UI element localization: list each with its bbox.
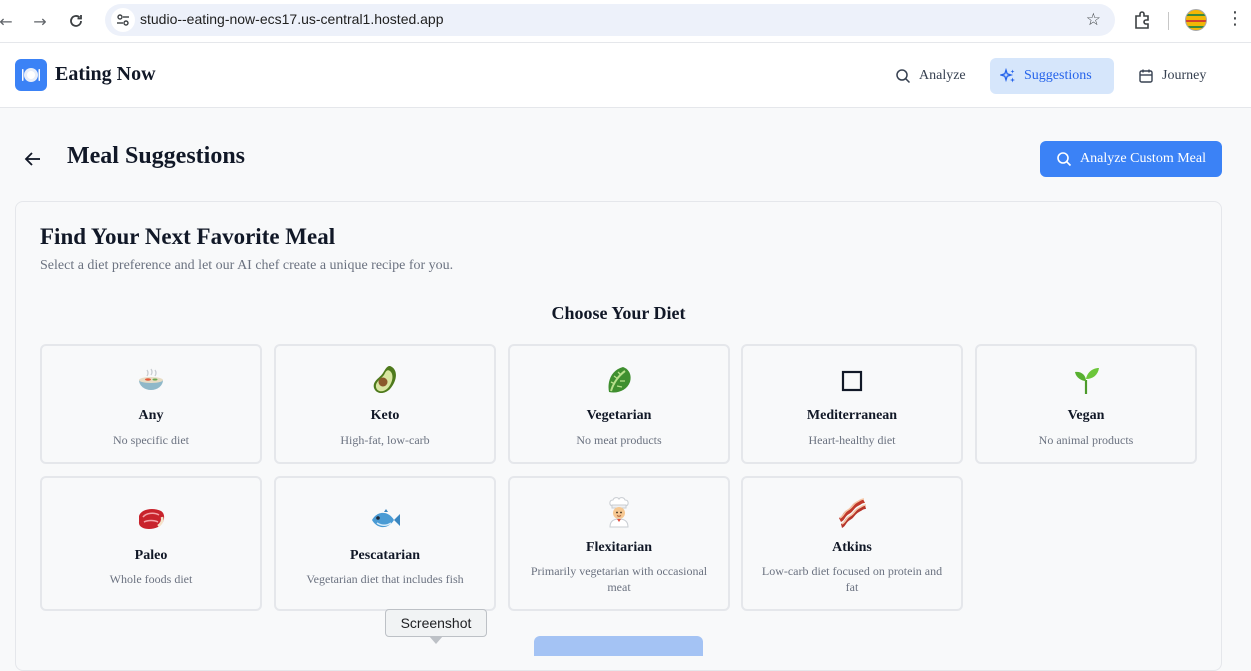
- diet-description: Primarily vegetarian with occasional mea…: [530, 564, 708, 594]
- leafy-green-icon: [510, 364, 728, 396]
- nav-journey[interactable]: Journey: [1128, 58, 1220, 94]
- diet-option-mediterranean[interactable]: Mediterranean Heart-healthy diet: [741, 344, 963, 464]
- nav-suggestions[interactable]: Suggestions: [990, 58, 1114, 94]
- tooltip-pointer: [429, 636, 443, 644]
- diet-option-atkins[interactable]: Atkins Low-carb diet focused on protein …: [741, 476, 963, 611]
- calendar-icon: [1139, 69, 1153, 83]
- search-icon: [896, 69, 911, 84]
- diet-name: Paleo: [134, 548, 168, 563]
- diet-option-any[interactable]: Any No specific diet: [40, 344, 262, 464]
- app-name[interactable]: Eating Now: [55, 63, 156, 86]
- analyze-custom-meal-label: Analyze Custom Meal: [1080, 151, 1206, 166]
- profile-avatar[interactable]: [1185, 9, 1207, 31]
- site-settings-icon[interactable]: [111, 8, 135, 32]
- back-arrow-icon[interactable]: [22, 148, 44, 170]
- screenshot-tooltip: Screenshot: [385, 609, 487, 637]
- nav-analyze-label: Analyze: [919, 68, 966, 83]
- seedling-icon: [977, 364, 1195, 396]
- analyze-custom-meal-button[interactable]: Analyze Custom Meal: [1040, 141, 1222, 177]
- back-icon[interactable]: ←: [0, 9, 18, 33]
- bacon-icon: [743, 496, 961, 528]
- generate-recipe-button[interactable]: [534, 636, 703, 656]
- diet-name: Pescatarian: [350, 548, 420, 563]
- diet-section-title: Choose Your Diet: [551, 303, 686, 323]
- diet-description: High-fat, low-carb: [340, 433, 430, 447]
- fish-icon: [276, 506, 494, 534]
- diet-description: Vegetarian diet that includes fish: [306, 572, 464, 586]
- reload-icon[interactable]: [64, 9, 88, 33]
- bookmark-star-icon[interactable]: ☆: [1086, 10, 1101, 30]
- address-bar[interactable]: studio--eating-now-ecs17.us-central1.hos…: [105, 4, 1115, 36]
- nav-analyze[interactable]: Analyze: [885, 58, 980, 94]
- cook-icon: [510, 496, 728, 528]
- extensions-icon[interactable]: [1131, 9, 1153, 31]
- avocado-icon: [276, 364, 494, 396]
- nav-suggestions-label: Suggestions: [1024, 68, 1092, 83]
- browser-toolbar: ← → studio--eating-now-ecs17.us-central1…: [0, 0, 1251, 43]
- diet-name: Flexitarian: [585, 540, 653, 555]
- diet-option-vegetarian[interactable]: Vegetarian No meat products: [508, 344, 730, 464]
- diet-description: Heart-healthy diet: [808, 433, 896, 447]
- diet-name: Keto: [370, 408, 400, 423]
- diet-name: Any: [138, 408, 164, 423]
- diet-option-paleo[interactable]: Paleo Whole foods diet: [40, 476, 262, 611]
- more-menu-icon[interactable]: ⋮: [1226, 8, 1244, 29]
- page-title: Meal Suggestions: [67, 143, 246, 169]
- url-text: studio--eating-now-ecs17.us-central1.hos…: [140, 11, 444, 27]
- bowl-icon: [42, 366, 260, 394]
- sparkles-icon: [1000, 68, 1015, 83]
- card-title: Find Your Next Favorite Meal: [40, 224, 336, 249]
- diet-name: Vegetarian: [586, 408, 652, 423]
- diet-option-vegan[interactable]: Vegan No animal products: [975, 344, 1197, 464]
- diet-name: Vegan: [1067, 408, 1105, 423]
- diet-option-flexitarian[interactable]: Flexitarian Primarily vegetarian with oc…: [508, 476, 730, 611]
- diet-option-pescatarian[interactable]: Pescatarian Vegetarian diet that include…: [274, 476, 496, 611]
- diet-description: Whole foods diet: [109, 572, 193, 586]
- card-subtitle: Select a diet preference and let our AI …: [40, 258, 454, 273]
- diet-name: Atkins: [832, 540, 872, 555]
- diet-option-keto[interactable]: Keto High-fat, low-carb: [274, 344, 496, 464]
- diet-description: No specific diet: [113, 433, 189, 447]
- diet-description: No animal products: [1038, 433, 1134, 447]
- nav-journey-label: Journey: [1162, 68, 1207, 83]
- missing-glyph-icon: [743, 370, 961, 392]
- diet-description: Low-carb diet focused on protein and fat: [761, 564, 943, 594]
- toolbar-divider: [1168, 12, 1169, 30]
- meat-icon: [42, 504, 260, 534]
- app-header: Eating Now Analyze Suggestions Journey: [0, 43, 1251, 108]
- diet-description: No meat products: [576, 433, 662, 447]
- forward-icon[interactable]: →: [28, 9, 52, 33]
- search-icon: [1057, 152, 1072, 167]
- app-logo-icon[interactable]: [15, 59, 47, 91]
- diet-name: Mediterranean: [806, 408, 898, 423]
